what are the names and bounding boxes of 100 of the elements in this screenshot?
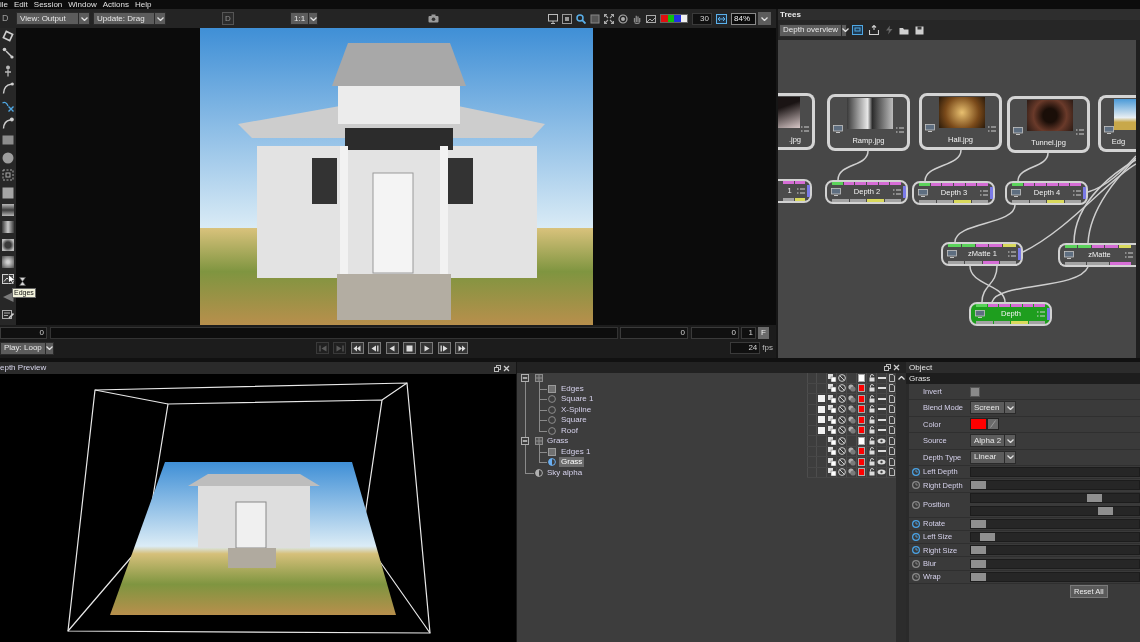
clock-icon[interactable] — [912, 546, 920, 555]
hand-icon[interactable] — [632, 13, 642, 24]
slider-track[interactable] — [970, 493, 1140, 504]
no-entry-icon[interactable] — [837, 447, 846, 456]
menu-item[interactable]: Actions — [102, 0, 129, 9]
menu-item[interactable]: Session — [33, 0, 63, 9]
color-swatch[interactable] — [858, 457, 865, 466]
lock-icon[interactable] — [868, 394, 875, 403]
slider-thumb[interactable] — [971, 572, 986, 581]
monitor-icon[interactable] — [548, 13, 558, 24]
color-swatch[interactable] — [858, 426, 865, 435]
fast-forward-button[interactable] — [455, 342, 469, 354]
slider-track[interactable] — [970, 532, 1140, 543]
color-swatch[interactable] — [970, 418, 987, 431]
no-entry-icon[interactable] — [837, 436, 846, 445]
no-entry-icon[interactable] — [837, 373, 846, 382]
no-entry-icon[interactable] — [837, 394, 846, 403]
layer-name[interactable]: Sky alpha — [545, 467, 585, 478]
play-reverse-button[interactable] — [385, 342, 399, 354]
checkbox[interactable] — [970, 386, 980, 397]
color-swatch[interactable] — [858, 436, 865, 445]
lock-icon[interactable] — [868, 457, 875, 466]
close-icon[interactable] — [893, 364, 900, 371]
curve-icon[interactable] — [2, 82, 14, 95]
no-entry-icon[interactable] — [837, 384, 846, 393]
clock-icon[interactable] — [912, 519, 920, 528]
menu-item[interactable]: Window — [68, 0, 97, 9]
filled-square-icon[interactable] — [818, 405, 825, 413]
overlap-squares-icon[interactable] — [827, 468, 836, 477]
rewind-button[interactable] — [350, 342, 364, 354]
pin-icon[interactable] — [2, 64, 14, 77]
no-entry-icon[interactable] — [837, 468, 846, 477]
square-icon[interactable] — [590, 13, 600, 24]
step-back-button[interactable] — [368, 342, 382, 354]
play-mode-dropdown[interactable]: Play: Loop — [0, 341, 54, 355]
search-icon[interactable] — [576, 13, 586, 24]
gradient-icon[interactable] — [2, 221, 14, 234]
collapse-icon[interactable] — [521, 374, 529, 383]
clock-icon[interactable] — [912, 533, 920, 542]
ratio-dropdown[interactable]: 1:1 — [290, 12, 318, 25]
slider-thumb[interactable] — [971, 546, 986, 555]
slider-track[interactable] — [970, 506, 1140, 517]
slider-thumb[interactable] — [980, 533, 996, 542]
monitor-icon[interactable] — [852, 25, 863, 35]
f-button[interactable]: F — [758, 326, 769, 339]
filled-square-icon[interactable] — [818, 395, 825, 403]
gradient-icon[interactable] — [2, 256, 14, 269]
play-button[interactable] — [420, 342, 434, 354]
close-icon[interactable] — [503, 364, 510, 372]
update-dropdown[interactable]: Update: Drag — [93, 12, 166, 25]
lock-icon[interactable] — [868, 373, 875, 382]
slider-track[interactable] — [970, 558, 1140, 569]
layer-name[interactable]: Roof — [559, 425, 580, 436]
step-field[interactable]: 1 — [741, 326, 756, 339]
no-entry-icon[interactable] — [837, 405, 846, 414]
lock-icon[interactable] — [868, 415, 875, 424]
lock-icon[interactable] — [868, 447, 875, 456]
start-frame-field[interactable]: 0 — [0, 326, 47, 339]
fit-width-icon[interactable] — [716, 13, 727, 24]
property-dropdown[interactable]: Alpha 2 — [970, 434, 1016, 448]
color-swatch[interactable] — [858, 415, 865, 424]
stop-button[interactable] — [402, 342, 416, 354]
scroll-up-icon[interactable] — [897, 376, 905, 380]
restore-icon[interactable] — [494, 364, 501, 372]
zoom-field[interactable]: 84% — [731, 12, 756, 25]
slider-thumb[interactable] — [971, 559, 986, 568]
color-swatch[interactable] — [858, 373, 865, 382]
slider-thumb[interactable] — [971, 481, 986, 490]
no-entry-icon[interactable] — [837, 415, 846, 424]
menu-item[interactable]: Help — [134, 0, 152, 9]
clock-icon[interactable] — [912, 481, 920, 490]
view-dropdown[interactable]: View: Output — [16, 12, 90, 25]
collapse-icon[interactable] — [521, 437, 529, 446]
rgb-channels-icon[interactable] — [660, 14, 688, 23]
lock-icon[interactable] — [868, 384, 875, 393]
rectangle-icon[interactable] — [2, 134, 14, 147]
fps-field[interactable]: 24 — [730, 342, 761, 354]
layer-name[interactable]: Edges 1 — [559, 446, 593, 457]
expand-icon[interactable] — [604, 13, 614, 24]
clock-icon[interactable] — [912, 559, 920, 568]
property-dropdown[interactable]: Linear — [970, 450, 1016, 464]
filled-square-icon[interactable] — [818, 416, 825, 424]
menu-item[interactable]: Edit — [14, 0, 28, 9]
circle-icon[interactable] — [2, 151, 14, 164]
slider-thumb[interactable] — [971, 519, 986, 528]
transform-icon[interactable] — [2, 30, 14, 42]
slider-thumb[interactable] — [1087, 494, 1103, 503]
slider-track[interactable] — [970, 467, 1140, 478]
camera-icon[interactable] — [428, 14, 439, 23]
slider-thumb[interactable] — [1098, 507, 1113, 516]
lock-icon[interactable] — [868, 468, 875, 477]
eye-icon[interactable] — [877, 458, 886, 465]
layer-name[interactable]: Grass — [545, 436, 571, 447]
slider-track[interactable] — [970, 518, 1140, 529]
point-tool-icon[interactable] — [2, 47, 14, 60]
lock-icon[interactable] — [868, 436, 875, 445]
eye-icon[interactable] — [877, 437, 886, 444]
color-picker-button[interactable] — [987, 418, 999, 431]
color-swatch[interactable] — [858, 384, 865, 393]
dash-icon[interactable] — [877, 450, 886, 453]
